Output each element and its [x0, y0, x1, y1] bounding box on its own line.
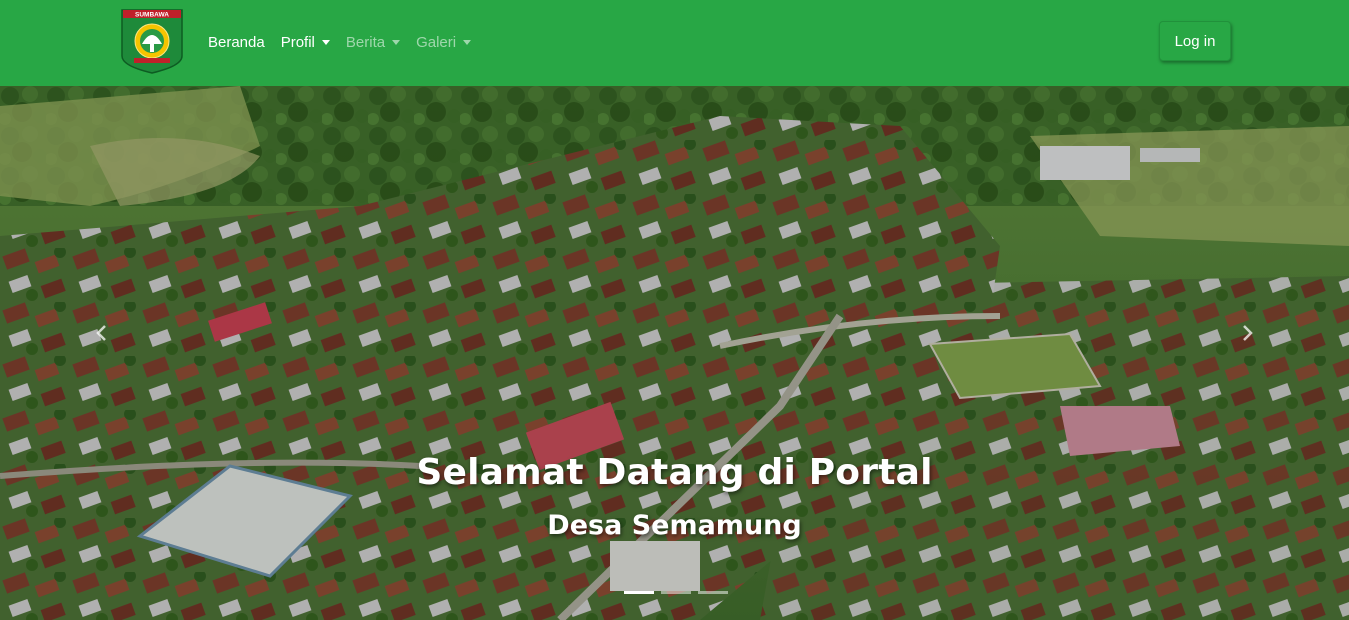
caret-down-icon — [463, 39, 472, 45]
chevron-left-icon — [96, 325, 106, 341]
carousel-indicator-3[interactable] — [698, 591, 728, 594]
nav-item-beranda-label: Beranda — [208, 33, 265, 51]
sumbawa-logo[interactable]: SUMBAWA — [120, 8, 184, 74]
carousel-prev-button[interactable] — [92, 321, 112, 345]
nav-item-berita-label: Berita — [345, 33, 386, 51]
carousel-indicator-2[interactable] — [661, 591, 691, 594]
carousel-indicator-1[interactable] — [624, 591, 654, 594]
nav-item-galeri-label: Galeri — [416, 33, 457, 51]
caret-down-icon — [392, 39, 401, 45]
navbar: SUMBAWA Beranda Profil Berita Galeri Log… — [0, 0, 1349, 86]
nav-menu: Beranda Profil Berita Galeri — [200, 0, 479, 84]
carousel-next-button[interactable] — [1237, 321, 1257, 345]
nav-item-profil-label: Profil — [280, 33, 315, 51]
carousel-indicators — [624, 591, 728, 594]
nav-item-galeri[interactable]: Galeri — [408, 22, 479, 62]
svg-text:SUMBAWA: SUMBAWA — [135, 12, 169, 19]
caret-down-icon — [321, 39, 330, 45]
carousel-subtitle: Desa Semamung — [547, 510, 802, 541]
chevron-right-icon — [1243, 325, 1253, 341]
carousel-title: Selamat Datang di Portal — [416, 452, 933, 493]
nav-item-beranda[interactable]: Beranda — [200, 22, 273, 62]
nav-item-berita[interactable]: Berita — [338, 22, 408, 62]
nav-item-profil[interactable]: Profil — [273, 22, 338, 62]
hero-carousel: Selamat Datang di Portal Desa Semamung — [0, 86, 1349, 620]
login-button[interactable]: Log in — [1159, 21, 1231, 61]
